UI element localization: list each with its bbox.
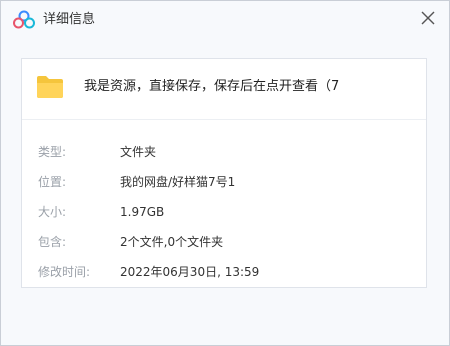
detail-row-contains: 包含: 2个文件,0个文件夹	[22, 233, 426, 253]
details-panel: 我是资源，直接保存，保存后在点开查看（7 类型: 文件夹 位置: 我的网盘/好样…	[21, 58, 427, 288]
detail-row-modified: 修改时间: 2022年06月30日, 13:59	[22, 263, 426, 283]
title-bar: 详细信息	[1, 1, 449, 39]
detail-label: 大小:	[38, 205, 67, 219]
detail-value: 文件夹	[120, 145, 157, 159]
folder-icon	[37, 76, 63, 98]
close-icon[interactable]	[417, 7, 439, 29]
file-name: 我是资源，直接保存，保存后在点开查看（7	[84, 79, 340, 94]
detail-label: 位置:	[38, 175, 67, 189]
detail-value: 2个文件,0个文件夹	[120, 235, 224, 249]
file-header: 我是资源，直接保存，保存后在点开查看（7	[22, 59, 426, 120]
detail-value: 1.97GB	[120, 205, 165, 219]
baidu-netdisk-cloud-icon	[13, 10, 35, 29]
detail-label: 修改时间:	[38, 265, 91, 279]
detail-label: 包含:	[38, 235, 67, 249]
detail-value: 我的网盘/好样猫7号1	[120, 175, 236, 189]
detail-label: 类型:	[38, 145, 67, 159]
detail-row-location: 位置: 我的网盘/好样猫7号1	[22, 173, 426, 193]
detail-row-size: 大小: 1.97GB	[22, 203, 426, 223]
detail-value: 2022年06月30日, 13:59	[120, 265, 260, 279]
detail-row-type: 类型: 文件夹	[22, 143, 426, 163]
dialog-title: 详细信息	[43, 12, 96, 27]
details-dialog: 详细信息 我是资源，直接保存，保存后在点开查看（7 类型: 文件夹 位置: 我的…	[0, 0, 450, 346]
